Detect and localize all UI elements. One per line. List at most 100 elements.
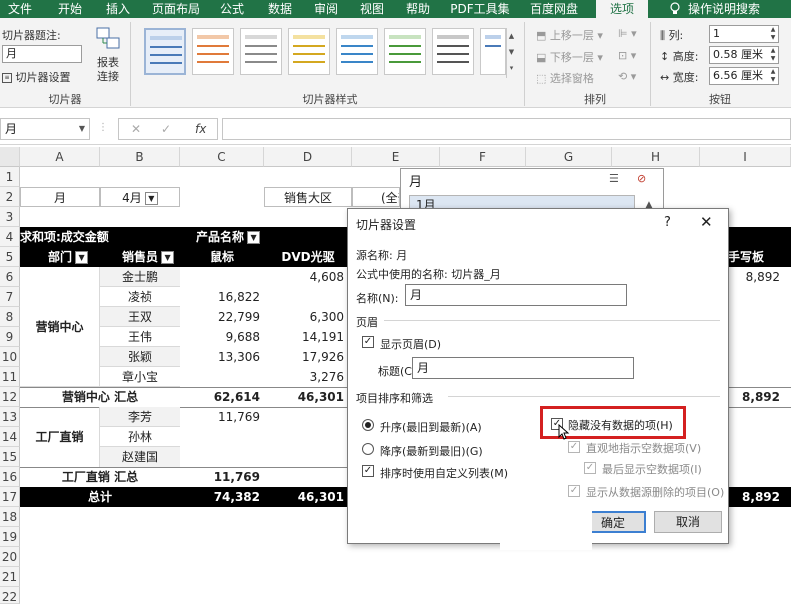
- tab-formulas[interactable]: 公式: [214, 0, 250, 18]
- row-header[interactable]: 13: [0, 407, 20, 427]
- row-header[interactable]: 2: [0, 187, 20, 207]
- fx-icon[interactable]: fx: [195, 119, 206, 139]
- row-header[interactable]: 17: [0, 487, 20, 507]
- row-header[interactable]: 12: [0, 387, 20, 407]
- spinner-icon[interactable]: ▲ ▼: [769, 47, 777, 63]
- show-last-checkbox[interactable]: ✓: [584, 462, 596, 474]
- tab-insert[interactable]: 插入: [100, 0, 136, 18]
- slicer-style-6[interactable]: [384, 28, 426, 75]
- row-header[interactable]: 16: [0, 467, 20, 487]
- tab-home[interactable]: 开始: [52, 0, 88, 18]
- tab-options[interactable]: 选项: [596, 0, 648, 18]
- row-header[interactable]: 22: [0, 587, 20, 604]
- visually-indicate-checkbox[interactable]: ✓: [568, 441, 580, 453]
- row-header[interactable]: 20: [0, 547, 20, 567]
- cancel-button[interactable]: 取消: [654, 511, 722, 533]
- custom-list-checkbox[interactable]: ✓: [362, 465, 374, 477]
- selection-pane-button[interactable]: ⬚ 选择窗格: [536, 70, 594, 86]
- col-header-d[interactable]: D: [264, 147, 352, 167]
- col-header-e[interactable]: E: [352, 147, 440, 167]
- product-header[interactable]: 产品名称 ▼: [196, 227, 276, 247]
- slicer-style-3[interactable]: [240, 28, 282, 75]
- col-header-c[interactable]: C: [180, 147, 264, 167]
- report-connections-button[interactable]: 报表 连接: [93, 26, 123, 88]
- filter-icon[interactable]: ▼: [144, 192, 158, 205]
- seller-header[interactable]: 销售员 ▼: [122, 247, 180, 267]
- formula-input[interactable]: [222, 118, 791, 140]
- caption-input[interactable]: 月: [412, 357, 634, 379]
- show-deleted-checkbox[interactable]: ✓: [568, 485, 580, 497]
- col-header-f[interactable]: F: [440, 147, 526, 167]
- tab-file[interactable]: 文件: [2, 0, 38, 18]
- row-header[interactable]: 6: [0, 267, 20, 287]
- height-input[interactable]: 0.58 厘米 ▲ ▼: [709, 46, 779, 64]
- tab-page-layout[interactable]: 页面布局: [148, 0, 204, 18]
- slicer-style-7[interactable]: [432, 28, 474, 75]
- mouse-value: 13,306: [218, 350, 260, 364]
- align-icon[interactable]: ⊫ ▾: [618, 27, 637, 40]
- tab-pdf-tools[interactable]: PDF工具集: [446, 0, 514, 18]
- tab-view[interactable]: 视图: [354, 0, 390, 18]
- col-header-b[interactable]: B: [100, 147, 180, 167]
- filter-dropdown-icon[interactable]: ▼: [75, 251, 89, 264]
- col-header-a[interactable]: A: [20, 147, 100, 167]
- tell-me-search[interactable]: 操作说明搜索: [688, 0, 788, 18]
- tab-review[interactable]: 审阅: [308, 0, 344, 18]
- columns-input[interactable]: 1 ▲ ▼: [709, 25, 779, 43]
- clear-filter-icon[interactable]: ⊘: [637, 172, 646, 185]
- row-header[interactable]: 11: [0, 367, 20, 387]
- slicer-caption-input[interactable]: 月: [2, 45, 82, 63]
- width-input[interactable]: 6.56 厘米 ▲ ▼: [709, 67, 779, 85]
- filter-dropdown-icon[interactable]: ▼: [161, 251, 175, 264]
- slicer-style-1[interactable]: [144, 28, 186, 75]
- row-header[interactable]: 10: [0, 347, 20, 367]
- col-header-h[interactable]: H: [612, 147, 700, 167]
- enter-icon[interactable]: ✓: [161, 119, 171, 139]
- row-header[interactable]: 7: [0, 287, 20, 307]
- sort-descending-radio[interactable]: [362, 443, 374, 455]
- row-header[interactable]: 15: [0, 447, 20, 467]
- sort-ascending-radio[interactable]: [362, 419, 374, 431]
- filter-value-region[interactable]: (全部: [352, 187, 400, 207]
- col-header-i[interactable]: I: [700, 147, 791, 167]
- row-header[interactable]: 14: [0, 427, 20, 447]
- row-header[interactable]: 3: [0, 207, 20, 227]
- tab-help[interactable]: 帮助: [400, 0, 436, 18]
- slicer-style-4[interactable]: [288, 28, 330, 75]
- name-input[interactable]: 月: [405, 284, 627, 306]
- row-header[interactable]: 18: [0, 507, 20, 527]
- row-header[interactable]: 8: [0, 307, 20, 327]
- row-header[interactable]: 5: [0, 247, 20, 267]
- row-header[interactable]: 19: [0, 527, 20, 547]
- row-header[interactable]: 4: [0, 227, 20, 247]
- group-icon[interactable]: ⊡ ▾: [618, 49, 636, 62]
- tab-data[interactable]: 数据: [262, 0, 298, 18]
- spinner-icon[interactable]: ▲ ▼: [769, 26, 777, 42]
- show-header-checkbox[interactable]: ✓: [362, 336, 374, 348]
- gallery-scroll[interactable]: ▲ ▼ ▾: [506, 28, 516, 78]
- help-button[interactable]: ?: [664, 215, 671, 230]
- multi-select-icon[interactable]: ☰: [609, 172, 619, 185]
- row-header[interactable]: 1: [0, 167, 20, 187]
- slicer-style-5[interactable]: [336, 28, 378, 75]
- col-header-g[interactable]: G: [526, 147, 612, 167]
- spinner-icon[interactable]: ▲ ▼: [769, 68, 777, 84]
- slicer-style-2[interactable]: [192, 28, 234, 75]
- tab-baidu-netdisk[interactable]: 百度网盘: [524, 0, 584, 18]
- bring-forward-button[interactable]: ⬒ 上移一层 ▾: [536, 27, 603, 43]
- filter-dropdown-icon[interactable]: ▼: [247, 231, 261, 244]
- slicer-settings-button[interactable]: ≡ 切片器设置: [2, 69, 71, 85]
- slicer-style-8[interactable]: [480, 28, 506, 75]
- name-box[interactable]: 月 ▼: [0, 118, 90, 140]
- row-header[interactable]: 9: [0, 327, 20, 347]
- send-backward-button[interactable]: ⬓ 下移一层 ▾: [536, 49, 603, 65]
- cancel-icon[interactable]: ✕: [131, 119, 141, 139]
- filter-value-month[interactable]: 4月 ▼: [100, 187, 180, 207]
- height-icon: ↕: [660, 50, 673, 63]
- chevron-down-icon[interactable]: ▼: [79, 119, 85, 139]
- rotate-icon[interactable]: ⟲ ▾: [618, 70, 636, 83]
- dept-header[interactable]: 部门 ▼: [48, 247, 104, 267]
- row-header[interactable]: 21: [0, 567, 20, 587]
- select-all-corner[interactable]: [0, 147, 20, 167]
- close-icon[interactable]: ✕: [700, 213, 713, 231]
